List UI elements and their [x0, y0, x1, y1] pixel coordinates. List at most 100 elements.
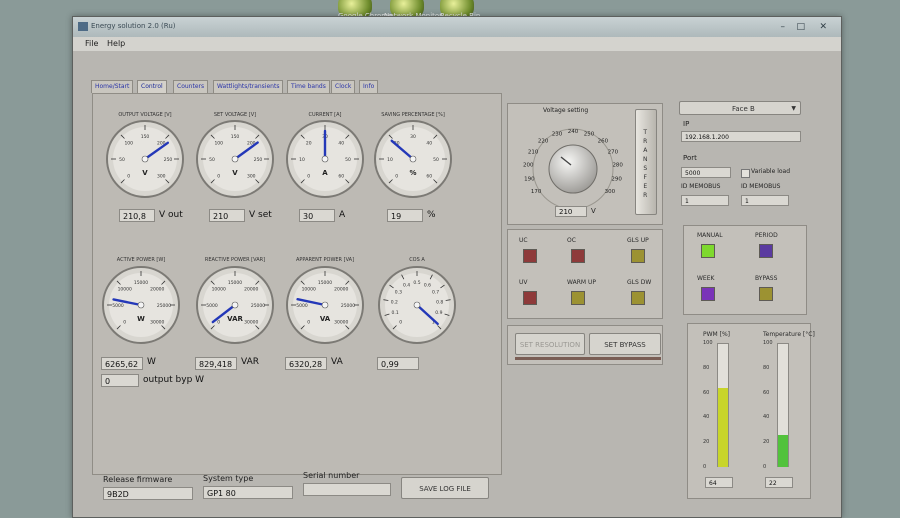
- gauge-title: OUTPUT VOLTAGE [V]: [118, 112, 172, 118]
- tab-home[interactable]: Home/Start: [91, 80, 134, 93]
- voltage-setting-unit: V: [591, 207, 596, 215]
- gauge-value-unit: VAR: [241, 357, 259, 367]
- voltage-setting-field[interactable]: 210: [555, 206, 587, 217]
- gauge-title: SET VOLTAGE [V]: [213, 112, 257, 118]
- tab-wattlights[interactable]: Wattlights/transients: [213, 80, 284, 93]
- alarm-label: GLS DW: [627, 279, 652, 286]
- gauge-value-field: 0,99: [377, 357, 419, 370]
- gauge-tick-label: 0: [217, 173, 220, 179]
- knob-tick-label: 300: [605, 189, 616, 195]
- gauge-tick-label: 50: [119, 157, 125, 163]
- gauge-tick-label: 30: [410, 134, 416, 140]
- knob-dial: [548, 144, 598, 194]
- gauge-tick-label: 20: [306, 141, 312, 147]
- bar-fill: [718, 388, 728, 467]
- gauge-tick-label: 20000: [244, 287, 258, 293]
- gauge-top-3: 0102030405060%: [371, 117, 455, 201]
- mode-label: BYPASS: [755, 275, 778, 282]
- maximize-icon[interactable]: □: [796, 22, 805, 32]
- variable-load-checkbox[interactable]: [741, 169, 750, 178]
- tab-info[interactable]: Info: [359, 80, 379, 93]
- progress-divider: [515, 357, 661, 360]
- tab-time-bands[interactable]: Time bands: [287, 80, 330, 93]
- voltage-knob[interactable]: 170 190 200 210 220230 240 250260 270 280 290 300: [513, 117, 633, 215]
- bar-tick-label: 80: [763, 364, 770, 371]
- port-field[interactable]: 5000: [681, 167, 731, 178]
- memobus-field-1[interactable]: 1: [681, 195, 729, 206]
- menu-help[interactable]: Help: [107, 39, 125, 48]
- tab-control[interactable]: Control: [137, 80, 167, 93]
- gauge-tick-label: 30000: [334, 319, 348, 325]
- gauge-tick-label: 100: [214, 141, 223, 147]
- face-dropdown[interactable]: Face B ▼: [679, 101, 801, 115]
- gauge-hub: [231, 155, 239, 163]
- gauge-hub: [137, 301, 145, 309]
- gauge-tick-label: 0.7: [432, 289, 439, 295]
- bar-title: PWM [%]: [703, 331, 731, 338]
- gauge-tick-label: 250: [254, 157, 263, 163]
- gauge-tick-label: 0: [399, 319, 402, 325]
- gauge-value-field: 19: [387, 209, 423, 222]
- tab-clock[interactable]: Clock: [331, 80, 356, 93]
- gauge-top-1: 0 50 100 150 200 250 300 V: [193, 117, 277, 201]
- knob-tick-label: 200: [523, 163, 534, 169]
- gauge-value-unit: W: [147, 357, 156, 367]
- gauge-tick-label: 25000: [251, 303, 265, 309]
- gauge-top-2: 0102030405060A: [283, 117, 367, 201]
- release-firmware-label: Release firmware: [103, 475, 173, 484]
- gauge-tick-label: 300: [247, 173, 256, 179]
- gauge-title: APPARENT POWER [VA]: [295, 257, 355, 263]
- gauge-tick-label: 0: [123, 319, 126, 325]
- gauge-title: REACTIVE POWER [VAR]: [204, 257, 266, 263]
- gauge-title: ACTIVE POWER [W]: [116, 257, 166, 263]
- tab-counters[interactable]: Counters: [173, 80, 209, 93]
- knob-tick-label: 190: [524, 176, 535, 182]
- close-icon[interactable]: ✕: [819, 22, 827, 32]
- gauge-value-field: 210,8: [119, 209, 155, 222]
- set-resolution-button[interactable]: SET RESOLUTION: [515, 333, 585, 355]
- ip-field[interactable]: 192.168.1.200: [681, 131, 801, 142]
- output-bypass-field: 0: [101, 374, 139, 387]
- menu-file[interactable]: File: [85, 39, 98, 48]
- bar-tick-label: 0: [703, 464, 707, 470]
- gauge-value-unit: V set: [249, 210, 272, 220]
- bar-fill: [778, 435, 788, 467]
- bar-tick-label: 60: [703, 389, 710, 396]
- gauge-tick-label: 40: [338, 141, 344, 147]
- gauge-tick-label: 20000: [334, 287, 348, 293]
- mode-label: MANUAL: [697, 232, 723, 239]
- system-type-label: System type: [203, 474, 254, 483]
- title-bar: Energy solution 2.0 (Ru) – □ ✕: [73, 17, 841, 37]
- knob-tick-label: 290: [611, 176, 622, 182]
- set-bypass-button[interactable]: SET BYPASS: [589, 333, 661, 355]
- ip-label: IP: [683, 120, 690, 128]
- transfer-button[interactable]: TRANSFER: [635, 109, 657, 215]
- gauge-tick-label: 150: [231, 134, 240, 140]
- bar-value-field: 64: [705, 477, 733, 488]
- gauge-tick-label: 25000: [341, 303, 355, 309]
- gauge-tick-label: 60: [426, 173, 432, 179]
- gauge-unit: V: [232, 169, 238, 177]
- alarm-led: [571, 291, 585, 305]
- gauge-unit: V: [142, 169, 148, 177]
- gauge-bottom-1: 0 5000 10000 15000 20000 25000 30000 VAR: [193, 263, 277, 347]
- gauge-title: SAVING PERCENTAGE [%]: [381, 112, 445, 118]
- knob-tick-label: 260: [598, 139, 609, 145]
- gauge-hub: [409, 155, 417, 163]
- memobus-field-2[interactable]: 1: [741, 195, 789, 206]
- bar-tick-label: 100: [703, 340, 713, 346]
- gauge-tick-label: 0: [127, 173, 130, 179]
- gauge-tick-label: 10000: [302, 287, 316, 293]
- gauge-hub: [231, 301, 239, 309]
- mode-label: WEEK: [697, 275, 715, 282]
- gauge-unit: VAR: [227, 315, 243, 323]
- minimize-icon[interactable]: –: [781, 22, 786, 32]
- alarm-led: [523, 291, 537, 305]
- gauge-tick-label: 50: [209, 157, 215, 163]
- save-log-button[interactable]: SAVE LOG FILE: [401, 477, 489, 499]
- voltage-setting-title: Voltage setting: [543, 107, 589, 114]
- gauge-tick-label: 10000: [212, 287, 226, 293]
- bar-tick-label: 20: [763, 439, 770, 446]
- gauge-value-field: 6320,28: [285, 357, 327, 370]
- bar-tick-label: 40: [763, 414, 770, 421]
